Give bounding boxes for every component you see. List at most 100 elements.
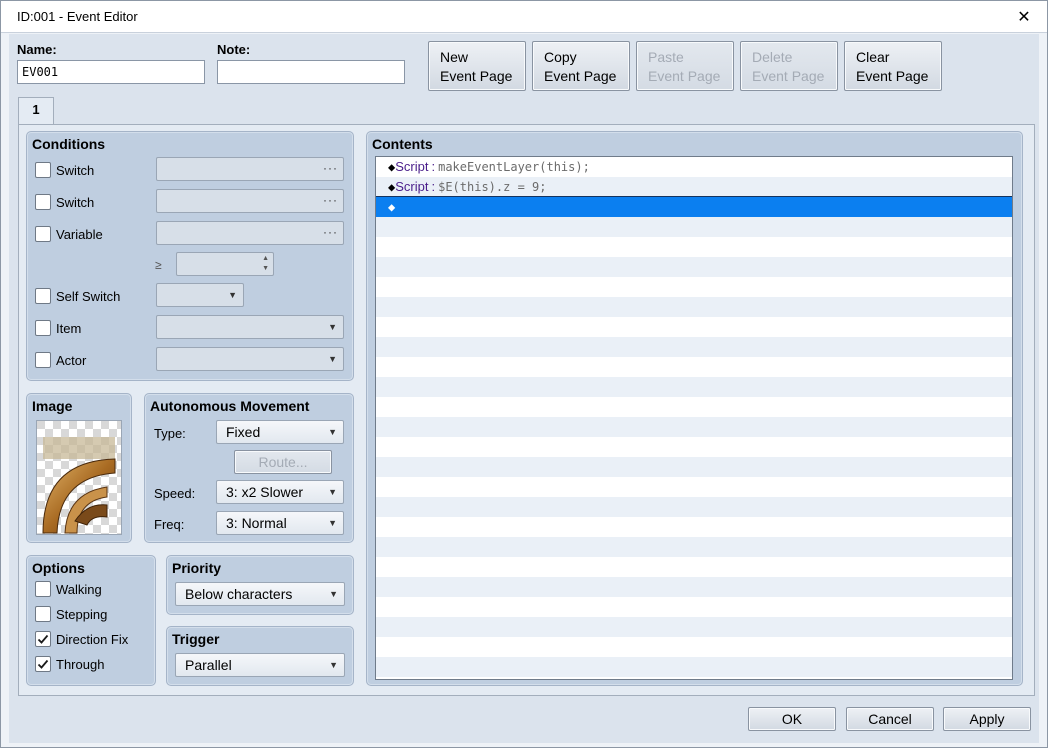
event-command-list[interactable]: ◆Script: makeEventLayer(this); ◆Script: $E… <box>375 156 1013 680</box>
tab-page-1[interactable]: 1 <box>18 97 54 125</box>
freq-value: 3: Normal <box>226 515 287 531</box>
list-row-empty[interactable] <box>376 217 1012 237</box>
image-title: Image <box>32 398 73 414</box>
list-row-empty[interactable] <box>376 597 1012 617</box>
switch2-select[interactable]: ··· <box>156 189 344 213</box>
list-row-empty[interactable] <box>376 237 1012 257</box>
list-row-empty[interactable] <box>376 537 1012 557</box>
button-line: Event Page <box>544 68 617 84</box>
checkmark-icon <box>37 634 49 644</box>
event-editor-window: ID:001 - Event Editor ✕ Name: EV001 Note… <box>0 0 1048 748</box>
checkmark-icon <box>37 659 49 669</box>
list-row-empty[interactable] <box>376 357 1012 377</box>
command-row[interactable]: ◆Script: $E(this).z = 9; <box>376 177 1012 197</box>
list-row-empty[interactable] <box>376 457 1012 477</box>
image-panel: Image <box>26 393 132 543</box>
paste-event-page-button[interactable]: Paste Event Page <box>636 41 734 91</box>
list-row-empty[interactable] <box>376 317 1012 337</box>
speed-value: 3: x2 Slower <box>226 484 304 500</box>
variable-label: Variable <box>56 227 103 242</box>
through-checkbox[interactable] <box>35 656 51 672</box>
item-select[interactable]: ▼ <box>156 315 344 339</box>
command-row[interactable]: ◆Script: makeEventLayer(this); <box>376 157 1012 177</box>
close-button[interactable]: ✕ <box>1001 1 1047 32</box>
list-row-empty[interactable] <box>376 397 1012 417</box>
priority-select[interactable]: Below characters ▼ <box>175 582 345 606</box>
stepping-label: Stepping <box>56 607 108 622</box>
direction-fix-label: Direction Fix <box>56 632 129 647</box>
self-switch-select[interactable]: ▼ <box>156 283 244 307</box>
clear-event-page-button[interactable]: Clear Event Page <box>844 41 942 91</box>
note-field[interactable] <box>217 60 405 84</box>
direction-fix-checkbox[interactable] <box>35 631 51 647</box>
title-bar: ID:001 - Event Editor ✕ <box>1 1 1047 33</box>
item-checkbox[interactable] <box>35 320 51 336</box>
spin-down-icon: ▼ <box>262 265 269 272</box>
actor-select[interactable]: ▼ <box>156 347 344 371</box>
autonomous-movement-title: Autonomous Movement <box>150 398 310 414</box>
switch1-checkbox[interactable] <box>35 162 51 178</box>
type-value: Fixed <box>226 424 261 440</box>
list-row-empty[interactable] <box>376 277 1012 297</box>
ge-symbol: ≥ <box>155 258 162 272</box>
note-label: Note: <box>217 42 251 57</box>
apply-button[interactable]: Apply <box>943 707 1031 731</box>
command-name: Script <box>395 159 429 174</box>
list-row-empty[interactable] <box>376 517 1012 537</box>
list-row-empty[interactable] <box>376 437 1012 457</box>
type-label: Type: <box>154 426 186 441</box>
trigger-title: Trigger <box>172 631 220 647</box>
list-row-empty[interactable] <box>376 577 1012 597</box>
ok-button[interactable]: OK <box>748 707 836 731</box>
self-switch-checkbox[interactable] <box>35 288 51 304</box>
ellipsis-icon: ··· <box>323 161 338 175</box>
copy-event-page-button[interactable]: Copy Event Page <box>532 41 630 91</box>
switch1-select[interactable]: ··· <box>156 157 344 181</box>
walking-checkbox[interactable] <box>35 581 51 597</box>
list-row-empty[interactable] <box>376 557 1012 577</box>
dialog-body: Name: EV001 Note: New Event Page Copy Ev… <box>9 34 1039 743</box>
event-image-preview[interactable] <box>36 420 122 535</box>
trigger-select[interactable]: Parallel ▼ <box>175 653 345 677</box>
button-line: Copy <box>544 49 577 65</box>
variable-checkbox[interactable] <box>35 226 51 242</box>
variable-value-spinner[interactable]: ▲ ▼ <box>176 252 274 276</box>
close-icon: ✕ <box>1017 8 1031 26</box>
new-event-page-button[interactable]: New Event Page <box>428 41 526 91</box>
command-argument: $E(this).z = 9; <box>438 180 547 194</box>
list-row-empty[interactable] <box>376 417 1012 437</box>
autonomous-movement-panel: Autonomous Movement Type: Fixed ▼ Route.… <box>144 393 354 543</box>
switch1-label: Switch <box>56 163 95 178</box>
speed-select[interactable]: 3: x2 Slower ▼ <box>216 480 344 504</box>
list-row-empty[interactable] <box>376 377 1012 397</box>
button-line: Delete <box>752 49 793 65</box>
list-row-empty[interactable] <box>376 337 1012 357</box>
chevron-down-icon: ▼ <box>328 518 337 528</box>
type-select[interactable]: Fixed ▼ <box>216 420 344 444</box>
contents-title: Contents <box>372 136 433 152</box>
freq-select[interactable]: 3: Normal ▼ <box>216 511 344 535</box>
name-field[interactable]: EV001 <box>17 60 205 84</box>
priority-title: Priority <box>172 560 222 576</box>
list-row-empty[interactable] <box>376 617 1012 637</box>
list-row-empty[interactable] <box>376 657 1012 677</box>
command-row-empty-selected[interactable]: ◆ <box>376 196 1012 218</box>
chevron-down-icon: ▼ <box>228 290 237 300</box>
switch2-checkbox[interactable] <box>35 194 51 210</box>
cancel-button[interactable]: Cancel <box>846 707 934 731</box>
actor-checkbox[interactable] <box>35 352 51 368</box>
list-row-empty[interactable] <box>376 497 1012 517</box>
speed-label: Speed: <box>154 486 196 501</box>
list-row-empty[interactable] <box>376 297 1012 317</box>
command-separator: : <box>431 179 436 194</box>
priority-panel: Priority Below characters ▼ <box>166 555 354 615</box>
route-button[interactable]: Route... <box>234 450 332 474</box>
delete-event-page-button[interactable]: Delete Event Page <box>740 41 838 91</box>
list-row-empty[interactable] <box>376 477 1012 497</box>
stepping-checkbox[interactable] <box>35 606 51 622</box>
button-line: Event Page <box>648 68 721 84</box>
list-row-empty[interactable] <box>376 637 1012 657</box>
switch2-label: Switch <box>56 195 95 210</box>
list-row-empty[interactable] <box>376 257 1012 277</box>
variable-select[interactable]: ··· <box>156 221 344 245</box>
